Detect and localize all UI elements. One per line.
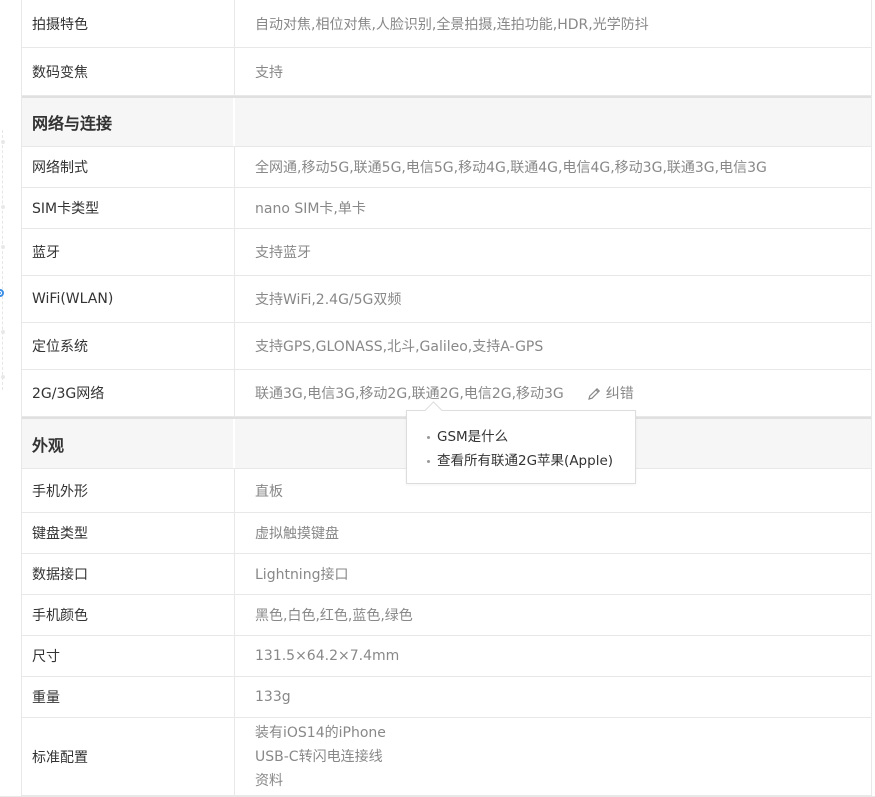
section-header-network: 网络与连接 [22,96,871,147]
spec-label: 2G/3G网络 [22,370,235,416]
timeline-dot [1,205,5,209]
spec-row-keyboard: 键盘类型 虚拟触摸键盘 [22,513,871,554]
section-title: 外观 [22,419,235,468]
spec-value: 全网通,移动5G,联通5G,电信5G,移动4G,联通4G,电信4G,移动3G,联… [255,160,767,176]
spec-label: 手机颜色 [22,595,235,635]
section-spacer [235,98,871,146]
report-error-label[interactable]: 纠错 [606,383,634,403]
spec-row-colors: 手机颜色 黑色,白色,红色,蓝色,绿色 [22,595,871,636]
spec-value-item: USB-C转闪电连接线 [255,748,383,765]
spec-label: 手机外形 [22,469,235,512]
spec-label: 数据接口 [22,554,235,594]
spec-row-size: 尺寸 131.5×64.2×7.4mm [22,636,871,677]
spec-row-digital-zoom: 数码变焦 支持 [22,48,871,96]
report-error-link[interactable]: 纠错 [587,383,634,403]
spec-label: 重量 [22,677,235,717]
spec-row-sim-type: SIM卡类型 nano SIM卡,单卡 [22,188,871,229]
spec-label: 数码变焦 [22,48,235,95]
timeline-dot [1,330,5,334]
popup-link-unicom-2g-apple[interactable]: 查看所有联通2G苹果(Apple) [427,449,635,473]
spec-label: 尺寸 [22,636,235,676]
timeline-dot [1,140,5,144]
timeline-dot [1,245,5,249]
spec-row-standard-config: 标准配置 装有iOS14的iPhone USB-C转闪电连接线 资料 [22,718,871,796]
spec-row-weight: 重量 133g [22,677,871,718]
spec-value-item: 装有iOS14的iPhone [255,724,386,741]
section-title: 网络与连接 [22,98,235,146]
spec-value: 支持WiFi,2.4G/5G双频 [255,292,402,308]
spec-value: 自动对焦,相位对焦,人脸识别,全景拍摄,连拍功能,HDR,光学防抖 [255,16,649,33]
network-info-popup: GSM是什么 查看所有联通2G苹果(Apple) [406,410,636,484]
spec-value-list: 装有iOS14的iPhone USB-C转闪电连接线 资料 [235,718,871,795]
spec-label: 标准配置 [22,718,235,795]
spec-value: 131.5×64.2×7.4mm [255,648,400,664]
spec-table: 拍摄特色 自动对焦,相位对焦,人脸识别,全景拍摄,连拍功能,HDR,光学防抖 数… [21,0,872,796]
spec-label: 蓝牙 [22,229,235,275]
timeline-track [1,130,5,390]
spec-row-data-port: 数据接口 Lightning接口 [22,554,871,595]
spec-row-bluetooth: 蓝牙 支持蓝牙 [22,229,871,276]
spec-label: 键盘类型 [22,513,235,553]
popup-link-gsm[interactable]: GSM是什么 [427,425,635,449]
spec-row-shooting-features: 拍摄特色 自动对焦,相位对焦,人脸识别,全景拍摄,连拍功能,HDR,光学防抖 [22,0,871,48]
spec-label: 网络制式 [22,147,235,187]
spec-value-item: 资料 [255,772,283,789]
spec-label: 定位系统 [22,323,235,369]
spec-row-wifi: WiFi(WLAN) 支持WiFi,2.4G/5G双频 [22,276,871,323]
spec-value[interactable]: 联通3G,电信3G,移动2G,联通2G,电信2G,移动3G [255,383,564,403]
pencil-icon [587,387,600,400]
spec-value: 黑色,白色,红色,蓝色,绿色 [255,608,413,624]
spec-label: SIM卡类型 [22,188,235,228]
spec-row-network-type: 网络制式 全网通,移动5G,联通5G,电信5G,移动4G,联通4G,电信4G,移… [22,147,871,188]
spec-value: 133g [255,689,291,705]
timeline-dot [1,375,5,379]
spec-label: 拍摄特色 [22,0,235,47]
spec-value: 虚拟触摸键盘 [255,526,339,542]
spec-value: 支持GPS,GLONASS,北斗,Galileo,支持A-GPS [255,339,544,355]
spec-value: Lightning接口 [255,567,349,583]
spec-value: 支持 [255,64,283,81]
spec-value: 支持蓝牙 [255,245,311,261]
spec-label: WiFi(WLAN) [22,276,235,322]
spec-value: nano SIM卡,单卡 [255,201,366,217]
spec-row-positioning: 定位系统 支持GPS,GLONASS,北斗,Galileo,支持A-GPS [22,323,871,370]
